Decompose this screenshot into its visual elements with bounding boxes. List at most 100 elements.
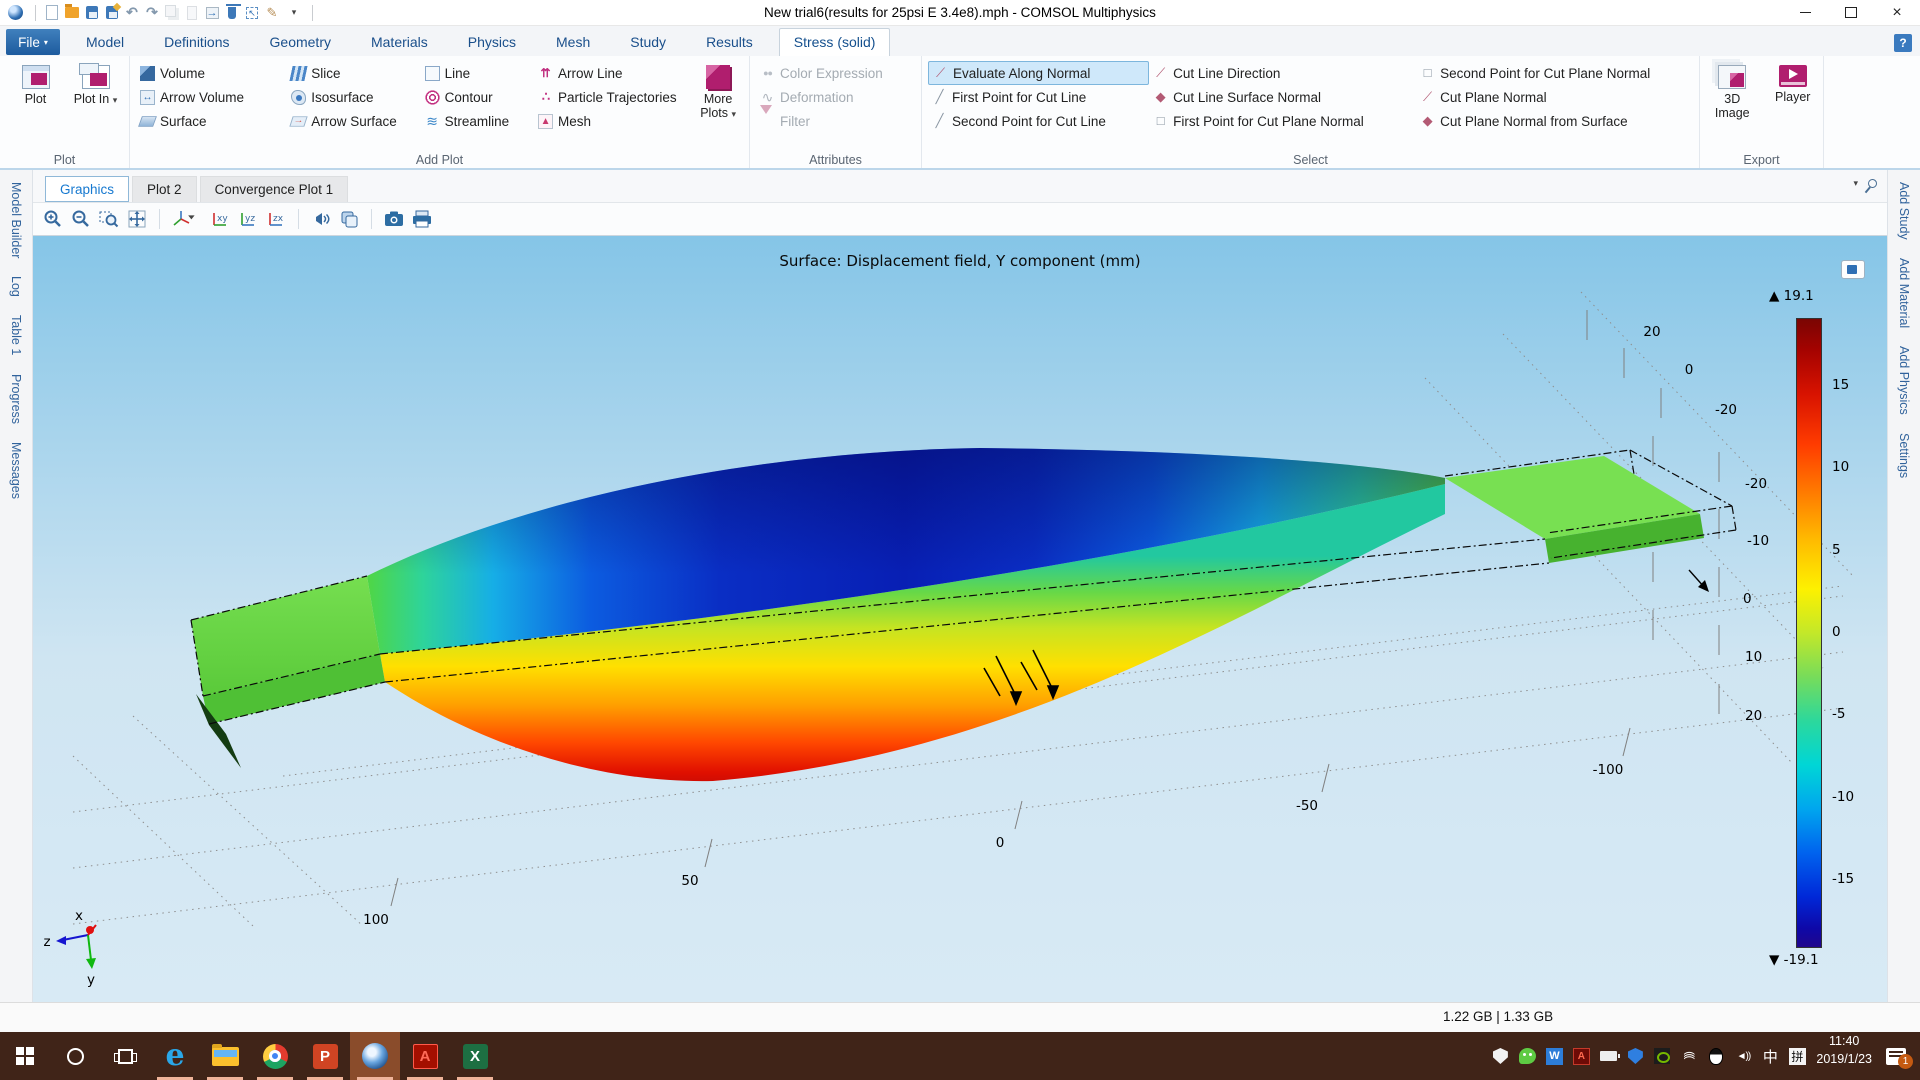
pin-icon[interactable] bbox=[1866, 177, 1879, 190]
panel-tab-settings[interactable]: Settings bbox=[1897, 433, 1911, 478]
panel-tab-add-study[interactable]: Add Study bbox=[1897, 182, 1911, 240]
volume-tray-icon[interactable]: ◄)) bbox=[1734, 1047, 1752, 1065]
redo-icon[interactable]: ↷ bbox=[142, 4, 162, 22]
search-button[interactable] bbox=[50, 1032, 100, 1080]
panel-tab-progress[interactable]: Progress bbox=[9, 374, 23, 424]
ime-pinyin-indicator[interactable]: 拼 bbox=[1788, 1047, 1806, 1065]
more-plots-button[interactable]: More Plots ▾ bbox=[691, 61, 745, 150]
second-point-for-cut-plane-normal-button[interactable]: □Second Point for Cut Plane Normal bbox=[1416, 61, 1695, 85]
undo-icon[interactable]: ↶ bbox=[122, 4, 142, 22]
image-snapshot-icon[interactable] bbox=[382, 207, 406, 231]
taskbar-acrobat[interactable]: A bbox=[400, 1032, 450, 1080]
graphics-canvas[interactable]: 100 50 0 -50 -100 -20 -10 0 10 20 20 0 -… bbox=[33, 236, 1887, 1002]
add-volume-button[interactable]: Volume bbox=[136, 61, 287, 85]
action-center-icon[interactable]: 1 bbox=[1886, 1048, 1906, 1065]
tab-convergence-plot-1[interactable]: Convergence Plot 1 bbox=[200, 176, 349, 202]
help-button[interactable]: ? bbox=[1894, 34, 1912, 52]
zoom-out-icon[interactable] bbox=[69, 207, 93, 231]
task-view-button[interactable] bbox=[100, 1032, 150, 1080]
quick-access-dropdown-icon[interactable]: ▾ bbox=[284, 4, 304, 22]
cut-plane-normal-button[interactable]: ⟋Cut Plane Normal bbox=[1416, 85, 1695, 109]
taskbar-chrome[interactable] bbox=[250, 1032, 300, 1080]
file-menu-button[interactable]: File▾ bbox=[6, 29, 60, 55]
adobe-tray-icon[interactable]: A bbox=[1572, 1047, 1590, 1065]
panel-tab-model-builder[interactable]: Model Builder bbox=[9, 182, 23, 258]
view-xy-icon[interactable]: xy bbox=[208, 207, 232, 231]
tab-graphics[interactable]: Graphics bbox=[45, 176, 129, 202]
first-point-for-cut-plane-normal-button[interactable]: □First Point for Cut Plane Normal bbox=[1149, 109, 1416, 133]
tab-geometry[interactable]: Geometry bbox=[256, 29, 345, 56]
panel-tab-add-material[interactable]: Add Material bbox=[1897, 258, 1911, 328]
add-mesh-button[interactable]: ▲Mesh bbox=[534, 109, 691, 133]
power-icon[interactable] bbox=[1599, 1047, 1617, 1065]
tab-stress-solid[interactable]: Stress (solid) bbox=[779, 28, 891, 56]
panel-tab-log[interactable]: Log bbox=[9, 276, 23, 297]
evaluate-along-normal-button[interactable]: ⟋Evaluate Along Normal bbox=[928, 61, 1149, 85]
deformation-button[interactable]: ∿Deformation bbox=[756, 85, 887, 109]
close-button[interactable]: × bbox=[1874, 0, 1920, 25]
security-shield-icon[interactable] bbox=[1626, 1047, 1644, 1065]
taskbar-powerpoint[interactable]: P bbox=[300, 1032, 350, 1080]
first-point-for-cut-line-button[interactable]: ╱First Point for Cut Line bbox=[928, 85, 1149, 109]
print-icon[interactable] bbox=[410, 207, 434, 231]
tab-plot-2[interactable]: Plot 2 bbox=[132, 176, 197, 202]
nvidia-icon[interactable] bbox=[1653, 1047, 1671, 1065]
add-arrow-surface-button[interactable]: →Arrow Surface bbox=[287, 109, 420, 133]
add-streamline-button[interactable]: ≋Streamline bbox=[421, 109, 534, 133]
taskbar-comsol[interactable] bbox=[350, 1032, 400, 1080]
add-line-button[interactable]: Line bbox=[421, 61, 534, 85]
select-box-icon[interactable]: ↖ bbox=[246, 7, 258, 19]
save-as-icon[interactable] bbox=[106, 6, 118, 19]
graphics-context-button[interactable] bbox=[1841, 260, 1865, 279]
filter-button[interactable]: Filter bbox=[756, 109, 887, 133]
cut-plane-normal-from-surface-button[interactable]: ◆Cut Plane Normal from Surface bbox=[1416, 109, 1695, 133]
tab-mesh[interactable]: Mesh bbox=[542, 29, 604, 56]
add-contour-button[interactable]: Contour bbox=[421, 85, 534, 109]
defender-shield-icon[interactable] bbox=[1491, 1047, 1509, 1065]
duplicate-icon[interactable]: → bbox=[206, 7, 219, 19]
add-arrow-volume-button[interactable]: ↔Arrow Volume bbox=[136, 85, 287, 109]
qq-icon[interactable] bbox=[1707, 1047, 1725, 1065]
cut-line-direction-button[interactable]: ⟋Cut Line Direction bbox=[1149, 61, 1416, 85]
clear-brush-icon[interactable]: ✎ bbox=[262, 4, 282, 22]
taskbar-clock[interactable]: 11:40 2019/1/23 bbox=[1816, 1032, 1872, 1080]
cut-line-surface-normal-button[interactable]: ◆Cut Line Surface Normal bbox=[1149, 85, 1416, 109]
start-button[interactable] bbox=[0, 1032, 50, 1080]
tab-materials[interactable]: Materials bbox=[357, 29, 442, 56]
panel-tab-messages[interactable]: Messages bbox=[9, 442, 23, 499]
zoom-extents-icon[interactable] bbox=[125, 207, 149, 231]
second-point-for-cut-line-button[interactable]: ╱Second Point for Cut Line bbox=[928, 109, 1149, 133]
panel-tab-table1[interactable]: Table 1 bbox=[9, 315, 23, 355]
panel-tab-add-physics[interactable]: Add Physics bbox=[1897, 346, 1911, 415]
go-to-default-view-icon[interactable] bbox=[170, 207, 204, 231]
view-zx-icon[interactable]: zx bbox=[264, 207, 288, 231]
save-icon[interactable] bbox=[86, 6, 98, 19]
wifi-icon[interactable]: ))) bbox=[1680, 1047, 1698, 1065]
tab-model[interactable]: Model bbox=[72, 29, 138, 56]
add-arrow-line-button[interactable]: ⇈Arrow Line bbox=[534, 61, 691, 85]
color-expression-button[interactable]: ●●Color Expression bbox=[756, 61, 887, 85]
delete-icon[interactable] bbox=[228, 7, 236, 19]
transparency-icon[interactable] bbox=[337, 207, 361, 231]
view-yz-icon[interactable]: yz bbox=[236, 207, 260, 231]
tab-study[interactable]: Study bbox=[616, 29, 680, 56]
taskbar-file-explorer[interactable] bbox=[200, 1032, 250, 1080]
wechat-icon[interactable] bbox=[1518, 1047, 1536, 1065]
minimize-button[interactable] bbox=[1782, 0, 1828, 25]
open-file-icon[interactable] bbox=[65, 7, 79, 18]
add-surface-button[interactable]: Surface bbox=[136, 109, 287, 133]
3d-image-button[interactable]: 3D Image bbox=[1706, 61, 1759, 150]
player-button[interactable]: Player bbox=[1767, 61, 1820, 150]
add-particle-trajectories-button[interactable]: ∴Particle Trajectories bbox=[534, 85, 691, 109]
tab-definitions[interactable]: Definitions bbox=[150, 29, 243, 56]
ime-language-indicator[interactable]: 中 bbox=[1761, 1047, 1779, 1065]
taskbar-excel[interactable]: X bbox=[450, 1032, 500, 1080]
tab-results[interactable]: Results bbox=[692, 29, 767, 56]
new-file-icon[interactable] bbox=[46, 5, 58, 20]
maximize-button[interactable] bbox=[1828, 0, 1874, 25]
add-isosurface-button[interactable]: Isosurface bbox=[287, 85, 420, 109]
paste-icon[interactable] bbox=[187, 6, 197, 20]
plot-button[interactable]: Plot bbox=[9, 61, 63, 150]
zoom-box-icon[interactable] bbox=[97, 207, 121, 231]
taskbar-edge[interactable]: e bbox=[150, 1032, 200, 1080]
